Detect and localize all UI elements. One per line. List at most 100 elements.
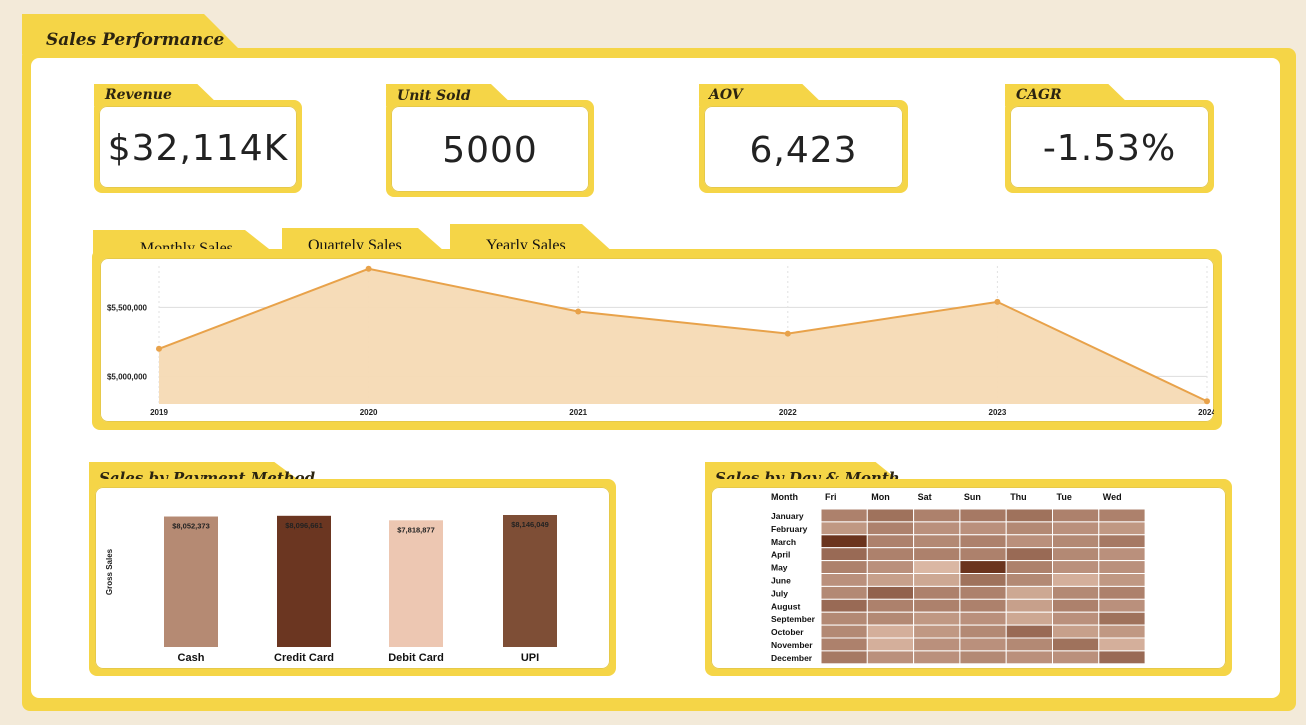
heatmap-cell bbox=[1052, 508, 1100, 523]
heatmap-cell bbox=[1098, 650, 1146, 665]
heatmap-cell bbox=[820, 547, 868, 562]
heatmap-cell bbox=[959, 508, 1007, 523]
heatmap-cell bbox=[1052, 611, 1100, 626]
payment-chart: Gross Sales $8,052,373 Cash $8,096,661 Credi… bbox=[105, 515, 557, 664]
heatmap-row-label: September bbox=[771, 614, 816, 624]
y-tick-label: $5,000,000 bbox=[107, 372, 148, 381]
heatmap-cell bbox=[913, 637, 961, 652]
kpi-card-cagr: -1.53% bbox=[1010, 106, 1209, 188]
heatmap-cell bbox=[1052, 547, 1100, 562]
bar bbox=[164, 516, 218, 647]
heatmap-cell bbox=[1005, 585, 1054, 600]
heatmap-cell bbox=[913, 650, 961, 665]
heatmap-column-label: Fri bbox=[825, 492, 837, 502]
heatmap-cell bbox=[959, 573, 1007, 587]
heatmap-cell bbox=[959, 547, 1007, 562]
heatmap-cell bbox=[1005, 598, 1054, 613]
y-tick-label: $5,500,000 bbox=[107, 303, 148, 312]
x-tick-label: 2021 bbox=[569, 408, 587, 417]
heatmap-cell bbox=[1098, 508, 1146, 523]
heatmap-cell bbox=[1052, 650, 1100, 665]
heatmap-cell bbox=[959, 585, 1007, 600]
heatmap-cell bbox=[1005, 508, 1054, 523]
kpi-value-revenue: $32,114K bbox=[107, 128, 289, 169]
data-point bbox=[365, 265, 372, 272]
heatmap-cell bbox=[913, 611, 961, 626]
heatmap-cell bbox=[1098, 534, 1146, 549]
heatmap-cell bbox=[1052, 598, 1100, 613]
trend-panel: $5,000,000 $5,500,000 2019 2020 2021 2022 2023… bbox=[100, 258, 1214, 422]
heatmap-cell bbox=[1005, 611, 1054, 626]
heatmap-cell bbox=[959, 650, 1007, 665]
x-tick-label: 2022 bbox=[779, 408, 797, 417]
x-tick-label: 2020 bbox=[360, 408, 378, 417]
heatmap-cell bbox=[913, 598, 961, 613]
heatmap-row-label: January bbox=[771, 511, 804, 521]
heatmap-cell bbox=[866, 573, 915, 587]
heatmap-cell bbox=[913, 521, 961, 536]
category-label: Credit Card bbox=[274, 652, 334, 664]
heatmap-cell bbox=[866, 598, 915, 613]
heatmap-cell bbox=[1005, 521, 1054, 536]
heatmap-cell bbox=[1005, 560, 1054, 574]
heatmap-cell bbox=[959, 624, 1007, 639]
heatmap-cell bbox=[1052, 573, 1100, 587]
heatmap-cell bbox=[1005, 534, 1054, 549]
heatmap-cell bbox=[866, 547, 915, 562]
category-label: Debit Card bbox=[388, 652, 444, 664]
data-point bbox=[1204, 398, 1210, 405]
heatmap-cell bbox=[1005, 547, 1054, 562]
heatmap-row-label: April bbox=[771, 550, 790, 560]
heatmap-row-label: August bbox=[771, 601, 800, 611]
heatmap-cell bbox=[866, 611, 915, 626]
y-axis-label: Gross Sales bbox=[105, 548, 114, 595]
dashboard-root: { "title": "Sales Performance", "kpis": … bbox=[0, 0, 1306, 725]
heatmap-chart: Month Fri Mon Sat Sun Thu Tue Wed January Februar… bbox=[771, 492, 1146, 665]
bar bbox=[503, 515, 557, 647]
kpi-value-aov: 6,423 bbox=[749, 130, 858, 171]
kpi-card-units: 5000 bbox=[391, 106, 589, 192]
heatmap-row-label: December bbox=[771, 653, 813, 663]
x-tick-label: 2023 bbox=[989, 408, 1007, 417]
heatmap-cell bbox=[1005, 573, 1054, 587]
heatmap-panel: Month Fri Mon Sat Sun Thu Tue Wed January Februar… bbox=[711, 487, 1226, 669]
heatmap-cell bbox=[1052, 585, 1100, 600]
heatmap-column-label: Mon bbox=[871, 492, 890, 502]
heatmap-cell bbox=[820, 637, 868, 652]
bar bbox=[389, 520, 443, 647]
heatmap-cell bbox=[866, 650, 915, 665]
heatmap-column-label: Thu bbox=[1010, 492, 1026, 502]
kpi-value-cagr: -1.53% bbox=[1042, 128, 1177, 169]
bar-value-label: $8,096,661 bbox=[285, 521, 323, 530]
heatmap-cell bbox=[1052, 534, 1100, 549]
heatmap-cell bbox=[1098, 637, 1146, 652]
heatmap-cell bbox=[1098, 573, 1146, 587]
heatmap-cell bbox=[913, 547, 961, 562]
heatmap-cell bbox=[866, 637, 915, 652]
heatmap-cell bbox=[1098, 598, 1146, 613]
bar-value-label: $8,146,049 bbox=[511, 520, 549, 529]
bar-value-label: $8,052,373 bbox=[172, 522, 210, 531]
kpi-card-aov: 6,423 bbox=[704, 106, 903, 188]
data-point bbox=[575, 308, 582, 315]
heatmap-row-label: May bbox=[771, 563, 788, 573]
heatmap-cell bbox=[820, 650, 868, 665]
heatmap-cell bbox=[1098, 521, 1146, 536]
heatmap-cell bbox=[1098, 560, 1146, 574]
category-label: UPI bbox=[521, 652, 539, 664]
heatmap-row-label: November bbox=[771, 640, 813, 650]
heatmap-cell bbox=[1052, 624, 1100, 639]
heatmap-cell bbox=[1098, 611, 1146, 626]
heatmap-cell bbox=[866, 508, 915, 523]
heatmap-cell bbox=[820, 585, 868, 600]
data-point bbox=[994, 298, 1001, 305]
heatmap-cell bbox=[1005, 624, 1054, 639]
heatmap-row-label: October bbox=[771, 627, 804, 637]
heatmap-column-label: Tue bbox=[1057, 492, 1072, 502]
heatmap-column-label: Sun bbox=[964, 492, 981, 502]
heatmap-row-label: February bbox=[771, 524, 808, 534]
bar bbox=[277, 515, 331, 647]
heatmap-cell bbox=[913, 624, 961, 639]
heatmap-cell bbox=[820, 624, 868, 639]
heatmap-corner-label: Month bbox=[771, 492, 798, 502]
